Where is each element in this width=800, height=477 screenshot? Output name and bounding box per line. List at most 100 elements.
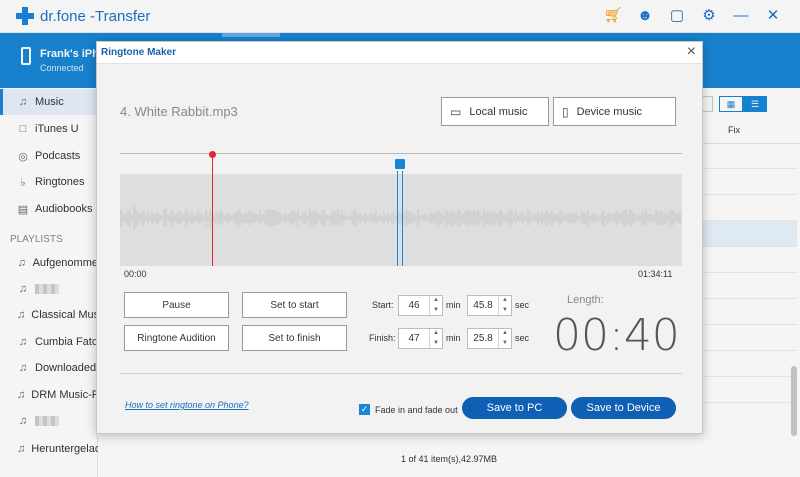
scrollbar[interactable] — [791, 366, 797, 436]
timeline-track — [120, 153, 682, 154]
set-to-start-button[interactable]: Set to start — [242, 292, 347, 318]
finish-sec-stepper[interactable]: 25.8 ▲ ▼ — [467, 328, 512, 349]
dialog-close-icon[interactable]: × — [687, 44, 696, 60]
playhead-handle[interactable] — [209, 151, 216, 158]
close-icon[interactable]: ✕ — [764, 7, 782, 25]
file-name: 4. White Rabbit.mp3 — [120, 104, 238, 119]
set-to-finish-button[interactable]: Set to finish — [242, 325, 347, 351]
row-divider — [703, 220, 797, 221]
minimize-icon[interactable]: — — [732, 7, 750, 25]
status-text: 1 of 41 item(s),42.97MB — [400, 454, 498, 464]
table-row-selected[interactable] — [703, 220, 797, 246]
sidebar-item-audiobooks[interactable]: ▤ Audiobooks — [0, 196, 98, 222]
fade-label: Fade in and fade out — [375, 404, 458, 415]
start-label: Start: — [372, 300, 394, 310]
playlist-item[interactable]: ♫ — [0, 408, 98, 434]
increment-arrow-icon[interactable]: ▲ — [499, 296, 511, 306]
waveform-editor[interactable] — [119, 151, 682, 267]
podcast-icon: ◎ — [18, 150, 28, 163]
playlist-item[interactable]: ♫ DRM Music-F — [0, 382, 98, 408]
playlist-label: Aufgenomme — [32, 257, 98, 269]
time-start: 00:00 — [124, 269, 147, 279]
playlist-item[interactable]: ♫ Heruntergeladen — [0, 436, 98, 462]
checkbox-checked-icon[interactable]: ✓ — [359, 404, 370, 415]
start-sec-unit: sec — [515, 300, 530, 310]
sidebar-item-itunes-u[interactable]: □ iTunes U — [0, 116, 98, 142]
playlist-item[interactable]: ♫ Cumbia Fato — [0, 329, 98, 355]
start-min-unit: min — [446, 300, 461, 310]
track-list-visible-part: ▦ ☰ Fix — [699, 88, 800, 477]
sidebar-item-label: iTunes U — [35, 123, 79, 135]
active-tab-indicator — [222, 33, 280, 37]
playlist-icon: ♫ — [17, 389, 26, 401]
dialog-titlebar: Ringtone Maker × — [97, 42, 702, 64]
sidebar-item-label: Podcasts — [35, 150, 81, 162]
pause-button[interactable]: Pause — [124, 292, 229, 318]
drfone-logo-icon — [16, 7, 34, 25]
playlist-item[interactable]: ♫ Classical Mus — [0, 302, 98, 328]
row-divider — [703, 350, 797, 351]
fade-checkbox[interactable]: ✓ Fade in and fade out — [359, 404, 458, 415]
music-icon: ♫ — [18, 96, 28, 108]
selection-marker[interactable] — [397, 171, 403, 266]
time-end: 01:34:11 — [638, 269, 673, 279]
cart-icon[interactable]: 🛒︎ — [603, 7, 622, 25]
divider — [120, 373, 682, 374]
decrement-arrow-icon[interactable]: ▼ — [430, 306, 442, 316]
grid-view-icon[interactable]: ▦ — [719, 96, 743, 112]
feedback-icon[interactable]: ▢ — [668, 7, 686, 25]
increment-arrow-icon[interactable]: ▲ — [430, 329, 442, 339]
playlist-label: Downloaded — [35, 362, 97, 374]
how-to-link[interactable]: How to set ringtone on Phone? — [125, 400, 249, 410]
user-icon[interactable]: ☻ — [636, 7, 654, 25]
length-value: 00:40 — [553, 310, 680, 361]
app-title: dr.fone -Transfer — [40, 7, 151, 25]
blurred-label — [35, 416, 59, 426]
blurred-label — [35, 284, 59, 294]
phone-icon — [21, 47, 31, 65]
sidebar-item-music[interactable]: ♫ Music — [0, 89, 98, 115]
start-min-value: 46 — [408, 300, 420, 311]
playlist-label: DRM Music-F — [31, 389, 98, 401]
ringtone-maker-dialog: Ringtone Maker × 4. White Rabbit.mp3 ▭ L… — [96, 41, 703, 434]
start-sec-stepper[interactable]: 45.8 ▲ ▼ — [467, 295, 512, 316]
playlists-heading: PLAYLISTS — [10, 234, 63, 245]
playlist-icon: ♫ — [17, 257, 26, 269]
column-header-fix[interactable]: Fix — [703, 118, 800, 144]
device-status: Connected — [40, 63, 84, 73]
sidebar-item-ringtones[interactable]: ♭ Ringtones — [0, 169, 98, 195]
playlist-icon: ♫ — [18, 336, 28, 348]
list-view-icon[interactable]: ☰ — [743, 96, 767, 112]
increment-arrow-icon[interactable]: ▲ — [499, 329, 511, 339]
playhead-line — [212, 153, 213, 266]
finish-label: Finish: — [369, 333, 396, 343]
playlist-label: Classical Mus — [31, 309, 98, 321]
monitor-icon: ▭ — [450, 104, 462, 119]
sidebar: ♫ Music □ iTunes U ◎ Podcasts ♭ Ringtone… — [0, 88, 98, 477]
itunes-u-icon: □ — [19, 123, 27, 135]
save-to-pc-button[interactable]: Save to PC — [462, 397, 567, 419]
local-music-button[interactable]: ▭ Local music — [441, 97, 549, 126]
settings-icon[interactable]: ⚙ — [700, 7, 718, 25]
row-divider — [703, 246, 797, 247]
row-divider — [703, 194, 797, 195]
ringtone-audition-button[interactable]: Ringtone Audition — [124, 325, 229, 351]
decrement-arrow-icon[interactable]: ▼ — [499, 339, 511, 349]
bell-icon: ♭ — [20, 176, 26, 189]
sidebar-item-podcasts[interactable]: ◎ Podcasts — [0, 143, 98, 169]
selection-handle[interactable] — [395, 159, 405, 169]
finish-min-stepper[interactable]: 47 ▲ ▼ — [398, 328, 443, 349]
increment-arrow-icon[interactable]: ▲ — [430, 296, 442, 306]
device-music-button[interactable]: ▯ Device music — [553, 97, 676, 126]
decrement-arrow-icon[interactable]: ▼ — [430, 339, 442, 349]
playlist-label: Cumbia Fato — [35, 336, 98, 348]
save-to-device-button[interactable]: Save to Device — [571, 397, 676, 419]
playlist-item[interactable]: ♫ Aufgenomme — [0, 250, 98, 276]
row-divider — [703, 402, 797, 403]
playlist-item[interactable]: ♫ Downloaded — [0, 355, 98, 381]
playlist-item[interactable]: ♫ — [0, 276, 98, 302]
row-divider — [703, 272, 797, 273]
start-min-stepper[interactable]: 46 ▲ ▼ — [398, 295, 443, 316]
decrement-arrow-icon[interactable]: ▼ — [499, 306, 511, 316]
dialog-title: Ringtone Maker — [101, 47, 177, 58]
